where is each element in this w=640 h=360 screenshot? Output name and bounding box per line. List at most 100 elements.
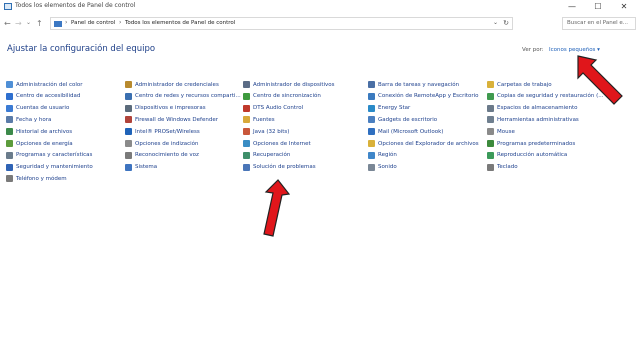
- item-icon: [487, 104, 494, 112]
- control-panel-item[interactable]: Mail (Microsoft Outlook): [368, 126, 443, 137]
- item-label: Mail (Microsoft Outlook): [378, 128, 444, 135]
- item-icon: [6, 128, 13, 136]
- item-icon: [487, 140, 494, 147]
- control-panel-item[interactable]: Centro de redes y recursos comparti...: [125, 91, 241, 102]
- control-panel-item[interactable]: Dispositivos e impresoras: [125, 103, 206, 114]
- control-panel-item[interactable]: Centro de sincronización: [243, 91, 321, 102]
- item-icon: [125, 151, 132, 159]
- breadcrumb-control-panel[interactable]: Panel de control: [71, 20, 115, 26]
- control-panel-item[interactable]: Teclado: [487, 162, 518, 173]
- control-panel-item[interactable]: Carpetas de trabajo: [487, 79, 552, 90]
- control-panel-item[interactable]: Programas y características: [6, 150, 92, 161]
- control-panel-item[interactable]: Seguridad y mantenimiento: [6, 162, 93, 173]
- control-panel-item[interactable]: Gadgets de escritorio: [368, 114, 437, 125]
- item-icon: [6, 163, 13, 171]
- item-icon: [368, 104, 375, 112]
- item-label: Gadgets de escritorio: [378, 116, 438, 123]
- control-panel-item[interactable]: Java (32 bits): [243, 126, 289, 137]
- control-panel-item[interactable]: Intel® PROSet/Wireless: [125, 126, 200, 137]
- maximize-button[interactable]: ☐: [585, 0, 611, 14]
- control-panel-item[interactable]: Sonido: [368, 162, 397, 173]
- item-label: Carpetas de trabajo: [497, 81, 552, 88]
- item-label: Firewall de Windows Defender: [135, 116, 218, 123]
- item-label: Administración del color: [16, 81, 83, 88]
- control-panel-item[interactable]: Fuentes: [243, 114, 275, 125]
- search-input[interactable]: Buscar en el Panel e...: [562, 17, 636, 30]
- control-panel-item[interactable]: Historial de archivos: [6, 126, 72, 137]
- address-bar[interactable]: › Panel de control › Todos los elementos…: [50, 17, 513, 30]
- item-icon: [6, 151, 13, 159]
- item-label: Intel® PROSet/Wireless: [135, 128, 200, 135]
- item-icon: [243, 140, 250, 147]
- item-label: Fuentes: [253, 116, 275, 123]
- item-icon: [368, 116, 375, 124]
- breadcrumb-all-items[interactable]: Todos los elementos de Panel de control: [125, 20, 235, 26]
- item-label: Sonido: [378, 164, 397, 171]
- control-panel-item[interactable]: DTS Audio Control: [243, 103, 303, 114]
- control-panel-icon: [54, 21, 62, 27]
- control-panel-item[interactable]: Administrador de credenciales: [125, 79, 219, 90]
- control-panel-item[interactable]: Administración del color: [6, 79, 83, 90]
- item-label: Cuentas de usuario: [16, 105, 70, 112]
- control-panel-item[interactable]: Centro de accesibilidad: [6, 91, 80, 102]
- item-label: Opciones de energía: [16, 140, 73, 147]
- control-panel-item[interactable]: Reproducción automática: [487, 150, 567, 161]
- item-icon: [125, 81, 132, 88]
- back-icon[interactable]: ←: [4, 19, 11, 28]
- control-panel-item[interactable]: Firewall de Windows Defender: [125, 114, 218, 125]
- control-panel-item[interactable]: Opciones de energía: [6, 138, 73, 149]
- item-label: Barra de tareas y navegación: [378, 81, 460, 88]
- item-icon: [243, 128, 250, 136]
- item-icon: [487, 81, 494, 88]
- control-panel-item[interactable]: Fecha y hora: [6, 114, 51, 125]
- address-dropdown-icon[interactable]: ⌄: [493, 19, 498, 26]
- control-panel-item[interactable]: Reconocimiento de voz: [125, 150, 199, 161]
- control-panel-icon: [4, 3, 12, 10]
- control-panel-item[interactable]: Programas predeterminados: [487, 138, 575, 149]
- item-icon: [6, 92, 13, 100]
- item-icon: [6, 116, 13, 124]
- control-panel-item[interactable]: Mouse: [487, 126, 515, 137]
- control-panel-item[interactable]: Sistema: [125, 162, 157, 173]
- close-button[interactable]: ✕: [611, 0, 637, 14]
- control-panel-item[interactable]: Espacios de almacenamiento: [487, 103, 578, 114]
- control-panel-item[interactable]: Opciones de indización: [125, 138, 199, 149]
- item-label: Dispositivos e impresoras: [135, 105, 206, 112]
- item-label: Herramientas administrativas: [497, 116, 579, 123]
- minimize-button[interactable]: —: [559, 0, 585, 14]
- item-icon: [125, 128, 132, 136]
- control-panel-item[interactable]: Cuentas de usuario: [6, 103, 69, 114]
- item-label: Opciones del Explorador de archivos: [378, 140, 479, 147]
- item-label: Solución de problemas: [253, 164, 316, 171]
- page-title: Ajustar la configuración del equipo: [7, 44, 156, 54]
- control-panel-item[interactable]: Solución de problemas: [243, 162, 316, 173]
- control-panel-item[interactable]: Recuperación: [243, 150, 290, 161]
- control-panel-item[interactable]: Energy Star: [368, 103, 410, 114]
- item-label: Reconocimiento de voz: [135, 152, 199, 159]
- control-panel-item[interactable]: Administrador de dispositivos: [243, 79, 335, 90]
- forward-icon[interactable]: →: [15, 19, 22, 28]
- item-label: Fecha y hora: [16, 116, 52, 123]
- item-icon: [6, 81, 13, 88]
- title-bar: Todos los elementos de Panel de control …: [0, 0, 640, 14]
- item-icon: [487, 163, 494, 171]
- item-label: Región: [378, 152, 397, 159]
- control-panel-item[interactable]: Opciones del Explorador de archivos: [368, 138, 479, 149]
- item-label: Programas y características: [16, 152, 93, 159]
- item-icon: [125, 116, 132, 124]
- breadcrumb-separator: ›: [65, 19, 68, 26]
- control-panel-item[interactable]: Herramientas administrativas: [487, 114, 579, 125]
- up-icon[interactable]: ↑: [36, 19, 43, 28]
- control-panel-item[interactable]: Región: [368, 150, 397, 161]
- control-panel-item[interactable]: Teléfono y módem: [6, 173, 67, 184]
- item-label: Centro de accesibilidad: [16, 93, 81, 100]
- item-label: Sistema: [135, 164, 158, 171]
- item-label: Historial de archivos: [16, 128, 73, 135]
- recent-dropdown-icon[interactable]: ⌄: [26, 19, 31, 26]
- control-panel-item[interactable]: Barra de tareas y navegación: [368, 79, 459, 90]
- refresh-icon[interactable]: ↻: [503, 19, 509, 27]
- control-panel-item[interactable]: Opciones de Internet: [243, 138, 311, 149]
- item-label: Administrador de dispositivos: [253, 81, 335, 88]
- item-icon: [487, 128, 494, 136]
- control-panel-item[interactable]: Conexión de RemoteApp y Escritorio: [368, 91, 479, 102]
